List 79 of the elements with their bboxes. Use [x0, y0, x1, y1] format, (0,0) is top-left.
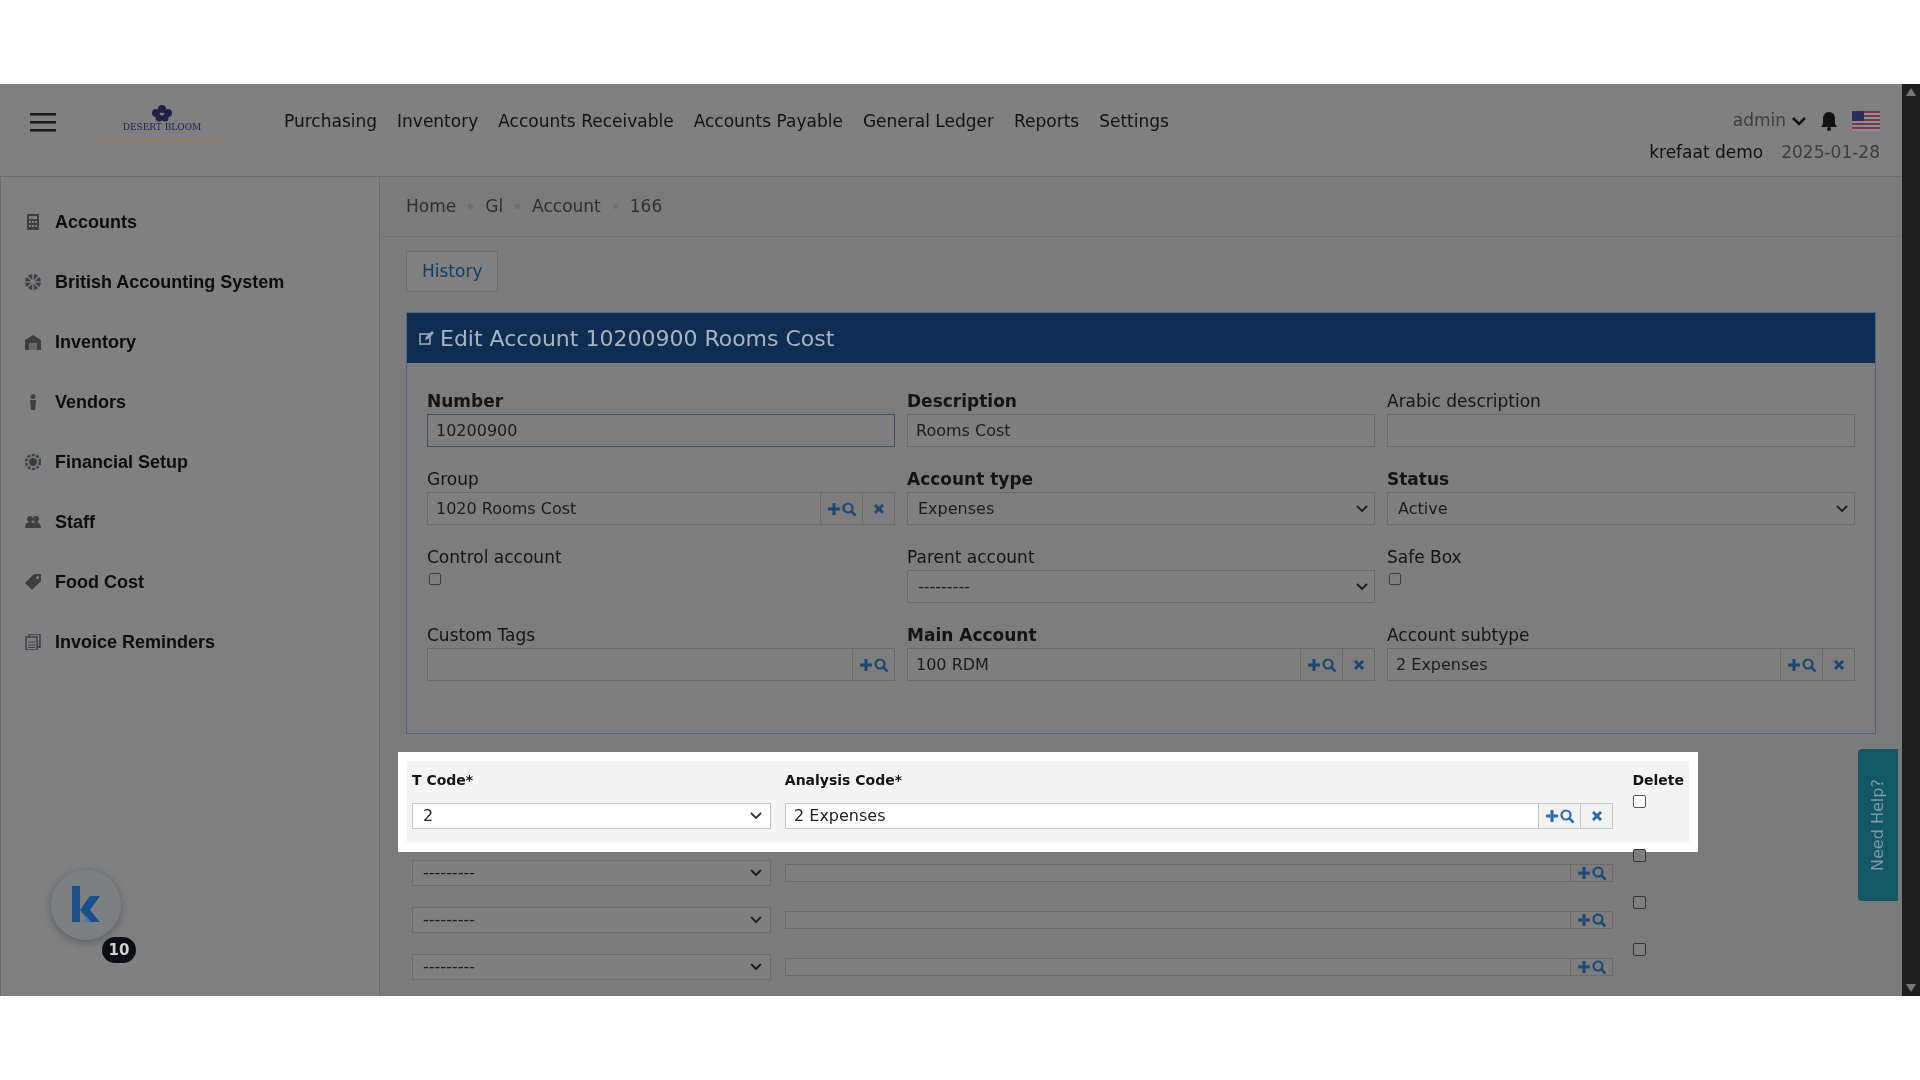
field-label: Custom Tags [427, 624, 537, 647]
dropdown[interactable]: --------- [412, 859, 771, 886]
dropdown-caret-icon [750, 868, 762, 877]
sidebar-item[interactable]: Inventory [55, 328, 137, 356]
dropdown-caret-icon [1836, 504, 1848, 513]
dropdown[interactable]: Active [1387, 492, 1855, 525]
sidebar-item[interactable]: Food Cost [55, 568, 144, 596]
dropdown[interactable]: --------- [412, 953, 771, 980]
dropdown[interactable]: 2 [412, 803, 771, 829]
scroll-down-icon[interactable] [1906, 984, 1916, 992]
column-header: Analysis Code* [784, 770, 904, 790]
tag-icon [25, 574, 41, 590]
checkbox[interactable] [429, 573, 441, 585]
dropdown[interactable]: --------- [412, 906, 771, 933]
dropdown[interactable]: Expenses [907, 492, 1375, 525]
sidebar-item[interactable]: Financial Setup [55, 448, 189, 476]
dropdown-caret-icon [1356, 504, 1368, 513]
column-header: Delete [1631, 770, 1684, 790]
company-name: krefaat demo [1649, 141, 1764, 164]
calculator-icon [25, 214, 41, 230]
dropdown[interactable]: --------- [907, 570, 1375, 603]
field-label: Group [427, 468, 480, 491]
field-label: Safe Box [1387, 546, 1463, 569]
people-icon [25, 514, 41, 530]
k-logo [69, 886, 103, 924]
sidebar-item[interactable]: Staff [55, 508, 95, 536]
field-label: Account type [907, 468, 1035, 491]
field-label: Status [1387, 468, 1451, 491]
edit-icon [419, 330, 434, 346]
text-field[interactable]: 10200900 [427, 414, 895, 447]
notification-bell-icon[interactable] [1820, 111, 1838, 131]
text-field[interactable]: Rooms Cost [907, 414, 1375, 447]
sidebar-item[interactable]: Vendors [55, 388, 127, 416]
nav-link[interactable]: General Ledger [862, 109, 994, 135]
panel-title: Edit Account 10200900 Rooms Cost [440, 324, 835, 353]
nav-link[interactable]: Reports [1013, 109, 1080, 135]
delete-checkbox[interactable] [1633, 849, 1646, 862]
dropdown-caret-icon [750, 812, 762, 820]
field-label: Description [907, 390, 1018, 413]
breadcrumb-item[interactable]: Gl [485, 193, 504, 220]
scroll-up-icon[interactable] [1906, 88, 1916, 96]
nav-link[interactable]: Accounts Payable [693, 109, 843, 135]
breadcrumb-item[interactable]: Home [406, 193, 457, 220]
dropdown-caret-icon [750, 915, 762, 924]
caret-icon [1792, 116, 1806, 126]
company-logo[interactable]: DESERT BLOOM [92, 104, 232, 140]
field-label: Number [427, 390, 505, 413]
nav-link[interactable]: Inventory [397, 109, 479, 135]
field-label: Main Account [907, 624, 1038, 647]
delete-checkbox[interactable] [1633, 943, 1646, 956]
documents-icon [25, 634, 41, 650]
history-button[interactable]: History [406, 251, 499, 292]
field-label: Control account [427, 546, 563, 569]
field-label: Arabic description [1387, 390, 1542, 413]
dropdown-caret-icon [750, 962, 762, 971]
need-help-tab[interactable]: Need Help? [1858, 749, 1898, 901]
sidebar-item[interactable]: Accounts [55, 208, 137, 236]
nav-link[interactable]: Settings [1099, 109, 1169, 135]
assistant-launcher[interactable] [51, 870, 121, 940]
nav-link[interactable]: Accounts Receivable [498, 109, 674, 135]
breadcrumb-item[interactable]: Account [532, 193, 601, 220]
dropdown-caret-icon [1356, 582, 1368, 591]
field-label: Account subtype [1387, 624, 1531, 647]
breadcrumb-item: 166 [629, 194, 663, 218]
menu-icon[interactable] [30, 112, 56, 132]
scrollbar[interactable] [1902, 84, 1920, 996]
current-date: 2025-01-28 [1781, 141, 1880, 164]
sidebar-item[interactable]: British Accounting System [55, 268, 285, 296]
notification-count-badge: 10 [102, 937, 136, 963]
warehouse-icon [25, 334, 41, 350]
flag-icon[interactable] [1852, 111, 1880, 131]
delete-checkbox[interactable] [1633, 795, 1646, 808]
column-header: T Code* [412, 770, 475, 790]
field-label: Parent account [907, 546, 1036, 569]
user-menu[interactable]: admin [1732, 108, 1806, 134]
sidebar-item[interactable]: Invoice Reminders [55, 628, 216, 656]
nav-link[interactable]: Purchasing [284, 109, 378, 135]
delete-checkbox[interactable] [1633, 896, 1646, 909]
checkbox[interactable] [1389, 573, 1401, 585]
